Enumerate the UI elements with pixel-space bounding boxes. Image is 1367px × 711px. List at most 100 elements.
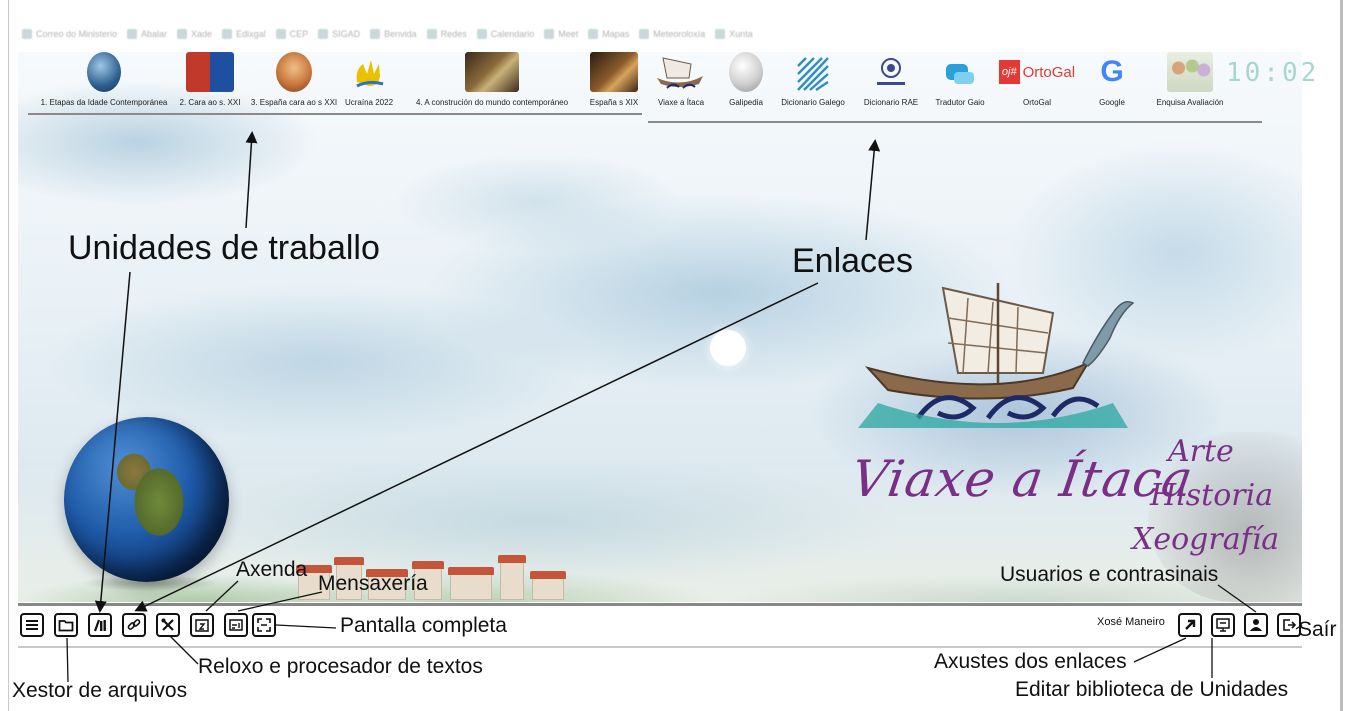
user-name: Xosé Maneiro: [1097, 616, 1165, 628]
unit-label: 1. Etapas da Idade Contemporánea: [40, 98, 168, 107]
link-tile[interactable]: Viaxe a Ítaca: [650, 52, 712, 107]
house-illustration: [530, 571, 566, 600]
bookmark-item[interactable]: Xunta: [715, 29, 753, 39]
bookmark-item[interactable]: CEP: [275, 29, 308, 39]
flags-thumb-icon: [186, 52, 234, 92]
link-icon: [127, 619, 141, 630]
file-manager-button[interactable]: [54, 613, 78, 637]
link-settings-icon: [1185, 619, 1196, 630]
annotation-clock-editor: Reloxo e procesador de textos: [198, 655, 483, 678]
annotation-links: Enlaces: [792, 242, 913, 280]
unit-tile[interactable]: 1. Etapas da Idade Contemporánea: [34, 52, 174, 107]
bookmark-icon: [588, 29, 599, 39]
dictionary-logo-icon: [797, 57, 829, 91]
fullscreen-button[interactable]: [252, 613, 276, 637]
bookmark-icon: [715, 29, 726, 39]
vertical-scrollbar[interactable]: [1340, 0, 1343, 711]
annotation-link-settings: Axustes dos enlaces: [934, 650, 1127, 673]
units-library-button[interactable]: [88, 613, 112, 637]
calendar-button[interactable]: [190, 613, 214, 637]
ortogal-badge: oj#: [998, 60, 1020, 84]
survey-people-icon: [1167, 52, 1213, 92]
link-settings-pointer: [1133, 637, 1187, 663]
users-passwords-button[interactable]: [1244, 613, 1268, 637]
menu-button[interactable]: [20, 613, 44, 637]
bookmark-item[interactable]: Meet: [544, 29, 578, 39]
roof: [498, 555, 526, 563]
annotation-users: Usuarios e contrasinais: [1000, 563, 1219, 586]
link-tile[interactable]: Dicionario Galego: [778, 52, 848, 107]
ship-logo-illustration: [858, 283, 1135, 428]
link-label: Viaxe a Ítaca: [657, 98, 705, 107]
tools-button[interactable]: [156, 613, 180, 637]
link-settings-button[interactable]: [1178, 613, 1202, 637]
globe-thumb-icon: [87, 52, 121, 92]
bookmark-item[interactable]: Meteoroloxía: [639, 29, 705, 39]
link-tile[interactable]: Galipedia: [722, 52, 770, 107]
bookmark-item[interactable]: Xade: [177, 29, 212, 39]
link-tile[interactable]: Enquisa Avaliación: [1150, 52, 1230, 107]
unit-tile[interactable]: Ucraína 2022: [340, 52, 398, 107]
books-icon: [93, 619, 106, 632]
app-window: Correo do Ministerio Abalar Xade Edixgal…: [0, 0, 1367, 711]
link-tile[interactable]: Dicionario RAE: [856, 52, 926, 107]
bookmark-icon: [318, 29, 329, 39]
annotation-exit: Saír: [1298, 618, 1337, 641]
painting-thumb-icon: [465, 52, 519, 92]
library-edit-icon: [1216, 618, 1230, 632]
bookmark-item[interactable]: Correo do Ministerio: [22, 29, 117, 39]
bookmark-icon: [426, 29, 437, 39]
exit-button[interactable]: [1277, 613, 1301, 637]
brand-subtitle-arte: Arte: [1168, 434, 1234, 469]
bookmark-icon: [275, 29, 286, 39]
link-tile[interactable]: Tradutor Gaio: [930, 52, 990, 107]
unit-tile[interactable]: 2. Cara ao s. XXI: [172, 52, 248, 107]
bookmark-item[interactable]: Benvida: [370, 29, 417, 39]
links-button[interactable]: [122, 613, 146, 637]
unit-tile[interactable]: España s XIX: [582, 52, 646, 107]
edit-library-button[interactable]: [1211, 613, 1235, 637]
unit-label: 4. A construción do mundo contemporáneo: [415, 98, 569, 107]
link-tile[interactable]: oj# OrtoGal OrtoGal: [998, 52, 1076, 107]
browser-bookmarks-bar: Correo do Ministerio Abalar Xade Edixgal…: [22, 26, 1302, 42]
link-tile[interactable]: G Google: [1092, 52, 1132, 107]
bookmark-icon: [370, 29, 381, 39]
link-label: Galipedia: [729, 98, 763, 107]
digital-clock: 10:02: [1226, 58, 1320, 88]
bookmark-item[interactable]: Edixgal: [222, 29, 266, 39]
roof: [412, 561, 444, 569]
ship-wave-1: [915, 395, 977, 420]
messaging-button[interactable]: [224, 613, 248, 637]
bookmark-item[interactable]: Calendario: [476, 29, 534, 39]
link-label: Google: [1099, 98, 1125, 107]
bookmark-item[interactable]: SIGAD: [318, 29, 360, 39]
battle-thumb-icon: [590, 52, 638, 92]
annotation-edit-library: Editar biblioteca de Unidades: [1015, 678, 1289, 701]
ship-thumb-icon: [657, 57, 703, 89]
logout-icon: [1283, 619, 1297, 631]
file-manager-pointer: [66, 637, 69, 683]
brand-subtitle-xeografia: Xeografía: [1132, 522, 1280, 557]
wiki-globe-icon: [729, 52, 763, 92]
annotation-units: Unidades de traballo: [68, 229, 380, 267]
unit-tile[interactable]: 3. España cara ao s XXI: [246, 52, 342, 107]
bookmark-icon: [222, 29, 233, 39]
ship-wave-2: [985, 395, 1047, 420]
annotation-messaging: Mensaxería: [318, 572, 428, 595]
bookmark-item[interactable]: Abalar: [127, 29, 167, 39]
user-icon: [1250, 619, 1262, 631]
ortogal-wordmark: OrtoGal: [1022, 63, 1076, 81]
ortogal-logo-icon: oj# OrtoGal: [998, 52, 1076, 92]
bookmark-item[interactable]: Mapas: [588, 29, 629, 39]
translator-logo-icon: [946, 64, 974, 84]
house-illustration: [448, 567, 494, 600]
calendar-icon: [195, 619, 209, 632]
brand-subtitle-historia: Historia: [1150, 478, 1274, 513]
google-logo-icon: G: [1100, 55, 1124, 88]
tools-pointer: [169, 635, 199, 665]
roof: [448, 567, 494, 575]
hand-thumb-icon: [356, 60, 384, 88]
bookmark-icon: [476, 29, 487, 39]
bookmark-item[interactable]: Redes: [426, 29, 467, 39]
unit-tile[interactable]: 4. A construción do mundo contemporáneo: [404, 52, 580, 107]
